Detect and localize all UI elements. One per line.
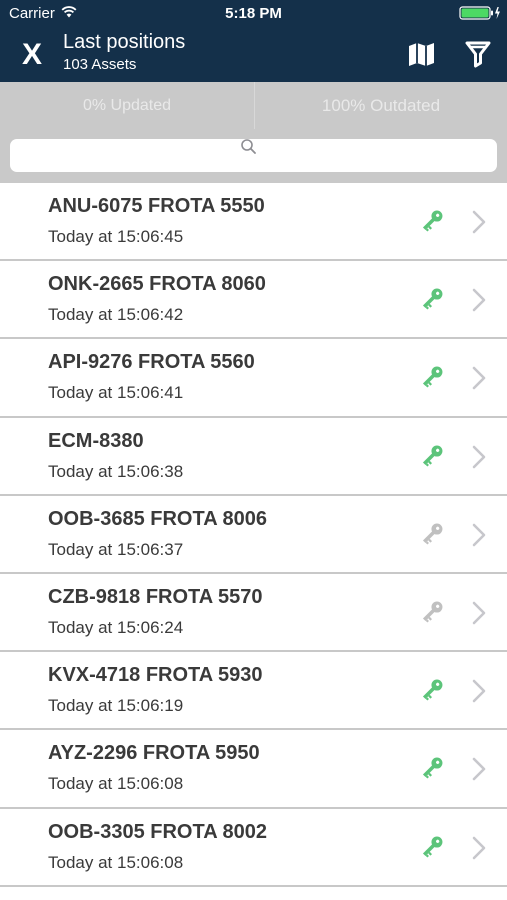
status-time: 5:18 PM — [225, 5, 282, 22]
list-item[interactable]: ECM-8380 Today at 15:06:38 — [0, 417, 507, 496]
chevron-right-icon — [472, 758, 486, 781]
list-item[interactable]: API-9276 FROTA 5560 Today at 15:06:41 — [0, 339, 507, 418]
map-icon[interactable] — [405, 40, 439, 68]
filter-icon[interactable] — [461, 39, 495, 69]
list-item[interactable]: AYZ-2296 FROTA 5950 Today at 15:06:08 — [0, 730, 507, 809]
key-icon — [422, 523, 443, 545]
list-item[interactable]: ANU-6075 FROTA 5550 Today at 15:06:45 — [0, 183, 507, 262]
key-icon — [422, 445, 443, 467]
asset-timestamp: Today at 15:06:24 — [48, 617, 184, 637]
asset-name: AYZ-2296 FROTA 5950 — [48, 742, 260, 765]
asset-name: API-9276 FROTA 5560 — [48, 351, 255, 374]
key-icon — [422, 366, 443, 388]
list-item[interactable]: KVX-4718 FROTA 5930 Today at 15:06:19 — [0, 652, 507, 731]
search-icon — [241, 139, 256, 154]
asset-name: CZB-9818 FROTA 5570 — [48, 585, 263, 608]
asset-name: ECM-8380 — [48, 429, 144, 452]
list-item[interactable]: OOB-3685 FROTA 8006 Today at 15:06:37 — [0, 495, 507, 574]
chevron-right-icon — [472, 523, 486, 547]
chevron-right-icon — [472, 367, 486, 390]
chevron-right-icon — [472, 601, 486, 625]
key-icon — [422, 288, 443, 310]
battery-icon — [459, 6, 500, 20]
page-title: Last positions — [63, 31, 186, 53]
status-bar: Carrier 5:18 PM — [0, 0, 507, 28]
key-icon — [422, 601, 443, 623]
list-item[interactable]: ONK-2665 FROTA 8060 Today at 15:06:42 — [0, 261, 507, 340]
asset-name: ANU-6075 FROTA 5550 — [48, 195, 265, 217]
status-tabs: 0% Updated 100% Outdated — [0, 82, 507, 129]
asset-name: KVX-4718 FROTA 5930 — [48, 664, 263, 687]
chevron-right-icon — [472, 445, 486, 468]
asset-timestamp: Today at 15:06:38 — [48, 461, 184, 481]
asset-timestamp: Today at 15:06:08 — [48, 852, 184, 872]
close-button[interactable]: X — [16, 37, 48, 73]
list-item[interactable]: OOB-3305 FROTA 8002 Today at 15:06:08 — [0, 808, 507, 887]
key-icon — [422, 757, 443, 779]
tab-outdated[interactable]: 100% Outdated — [255, 82, 507, 129]
list-item[interactable]: CZB-9818 FROTA 5570 Today at 15:06:24 — [0, 573, 507, 653]
tab-updated[interactable]: 0% Updated — [0, 82, 254, 129]
asset-timestamp: Today at 15:06:45 — [48, 227, 184, 246]
search-bar — [0, 129, 507, 183]
asset-timestamp: Today at 15:06:42 — [48, 305, 184, 325]
chevron-right-icon — [472, 679, 486, 703]
app-header: Carrier 5:18 PM X Last positions 103 Ass… — [0, 0, 507, 82]
nav-bar: X Last positions 103 Assets — [0, 28, 507, 82]
chevron-right-icon — [472, 288, 486, 312]
key-icon — [422, 679, 443, 701]
asset-timestamp: Today at 15:06:08 — [48, 774, 184, 794]
key-icon — [422, 210, 443, 232]
asset-name: OOB-3305 FROTA 8002 — [48, 820, 267, 843]
asset-list: ANU-6075 FROTA 5550 Today at 15:06:45 ON… — [0, 183, 507, 887]
asset-count: 103 Assets — [63, 56, 137, 73]
asset-timestamp: Today at 15:06:41 — [48, 383, 184, 403]
chevron-right-icon — [472, 210, 486, 234]
asset-name: ONK-2665 FROTA 8060 — [48, 273, 266, 296]
chevron-right-icon — [472, 836, 486, 859]
asset-timestamp: Today at 15:06:19 — [48, 696, 184, 716]
asset-timestamp: Today at 15:06:37 — [48, 539, 184, 559]
asset-name: OOB-3685 FROTA 8006 — [48, 507, 267, 530]
key-icon — [422, 836, 443, 858]
